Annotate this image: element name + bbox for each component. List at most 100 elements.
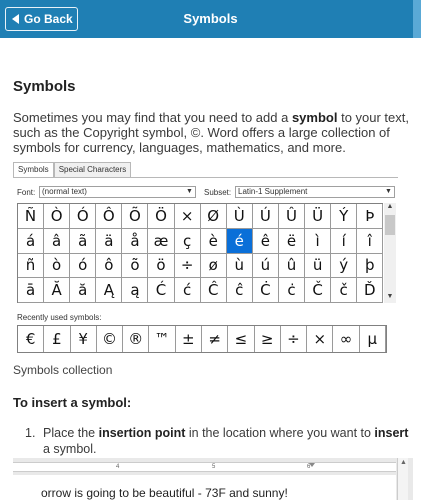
symbol-cell[interactable]: ā — [18, 278, 45, 303]
symbol-cell[interactable]: Þ — [357, 204, 384, 229]
symbol-cell[interactable]: ć — [174, 278, 201, 303]
page-title: Symbols — [183, 11, 238, 26]
tab-special-characters[interactable]: Special Characters — [53, 162, 132, 177]
font-label: Font: — [17, 188, 36, 197]
symbol-cell[interactable]: î — [357, 228, 384, 254]
recent-symbol-cell[interactable]: £ — [44, 326, 71, 352]
symbol-cell[interactable]: ñ — [18, 253, 45, 279]
recent-symbol-cell[interactable]: ¥ — [71, 326, 97, 352]
recent-symbol-cell[interactable]: µ — [360, 326, 386, 352]
recent-symbol-cell[interactable]: ∞ — [333, 326, 360, 352]
symbol-cell[interactable]: ý — [331, 253, 358, 279]
step-number: 1. — [25, 426, 36, 440]
symbol-cell[interactable]: Ö — [148, 204, 175, 229]
scroll-up-icon[interactable]: ▲ — [384, 203, 396, 213]
recent-symbol-cell[interactable]: © — [97, 326, 124, 352]
symbol-cell[interactable]: ù — [226, 253, 253, 279]
recent-symbol-cell[interactable]: € — [18, 326, 45, 352]
symbol-cell[interactable]: Ù — [226, 204, 253, 229]
symbol-cell[interactable]: å — [122, 228, 149, 254]
symbol-cell[interactable]: Ñ — [18, 204, 45, 229]
symbol-cell[interactable]: ü — [305, 253, 332, 279]
symbol-cell[interactable]: õ — [122, 253, 149, 279]
symbol-cell[interactable]: ê — [252, 228, 279, 254]
symbol-cell[interactable]: Ý — [331, 204, 358, 229]
symbol-cell[interactable]: â — [44, 228, 71, 254]
symbol-cell[interactable]: ä — [96, 228, 123, 254]
symbol-cell[interactable]: × — [174, 204, 201, 229]
symbol-cell[interactable]: Û — [278, 204, 306, 229]
symbol-cell[interactable]: Ø — [200, 204, 227, 229]
symbol-cell[interactable]: Ą — [96, 278, 123, 303]
symbol-cell[interactable]: è — [200, 228, 227, 254]
symbol-cell[interactable]: Ò — [44, 204, 71, 229]
symbol-cell[interactable]: Ú — [252, 204, 279, 229]
tab-divider — [13, 177, 398, 178]
recent-symbols-row: € £ ¥ © ® ™ ± ≠ ≤ ≥ ÷ × ∞ µ — [17, 325, 387, 353]
subset-value: Latin-1 Supplement — [238, 187, 308, 196]
scrollbar-edge[interactable] — [413, 0, 421, 38]
recent-symbol-cell[interactable]: ≠ — [202, 326, 229, 352]
symbol-cell[interactable]: ĉ — [226, 278, 253, 303]
symbol-cell[interactable]: Ĉ — [200, 278, 227, 303]
symbol-cell[interactable]: Ü — [305, 204, 332, 229]
symbol-cell[interactable]: ô — [96, 253, 123, 279]
symbol-cell[interactable]: Õ — [122, 204, 149, 229]
recent-symbol-cell[interactable]: ≤ — [228, 326, 255, 352]
chevron-down-icon: ▼ — [186, 188, 193, 195]
symbol-cell[interactable]: ç — [174, 228, 201, 254]
symbol-cell[interactable]: í — [331, 228, 358, 254]
symbol-cell[interactable]: ÷ — [174, 253, 201, 279]
intro-text-1: Sometimes you may find that you need to … — [13, 110, 292, 125]
indent-marker-icon — [309, 463, 315, 467]
step-text-a: Place the — [43, 426, 99, 440]
font-value: (normal text) — [42, 187, 87, 196]
symbol-cell[interactable]: ċ — [278, 278, 306, 303]
recent-symbol-cell[interactable]: × — [307, 326, 334, 352]
ruler-mark: 5 — [212, 464, 216, 470]
symbol-cell[interactable]: á — [18, 228, 45, 254]
symbol-cell[interactable]: é — [226, 228, 253, 254]
recent-symbol-cell[interactable]: ® — [123, 326, 150, 352]
font-select[interactable]: (normal text) ▼ — [39, 186, 196, 198]
scroll-up-icon: ▲ — [400, 459, 407, 466]
article-heading: Symbols — [13, 78, 76, 95]
scroll-thumb[interactable] — [385, 215, 395, 235]
symbol-cell[interactable]: ò — [44, 253, 71, 279]
symbol-cell[interactable]: ø — [200, 253, 227, 279]
symbol-cell[interactable]: ã — [70, 228, 97, 254]
symbol-cell[interactable]: Ċ — [252, 278, 279, 303]
image-caption: Symbols collection — [13, 363, 113, 377]
step-text-b: in the location where you want to — [185, 426, 375, 440]
tab-symbols[interactable]: Symbols — [13, 162, 54, 178]
recent-symbol-cell[interactable]: ≥ — [255, 326, 281, 352]
symbol-grid-scrollbar[interactable]: ▲ ▼ — [384, 203, 396, 303]
symbol-cell[interactable]: æ — [148, 228, 175, 254]
recent-symbol-cell[interactable]: ± — [176, 326, 202, 352]
scroll-down-icon[interactable]: ▼ — [384, 293, 396, 303]
symbol-cell[interactable]: ą — [122, 278, 149, 303]
recent-symbols-label: Recently used symbols: — [17, 313, 102, 322]
symbol-cell[interactable]: Ó — [70, 204, 97, 229]
symbol-cell[interactable]: þ — [357, 253, 384, 279]
ruler-mark: 4 — [116, 464, 120, 470]
symbol-cell[interactable]: Č — [305, 278, 332, 303]
symbol-cell[interactable]: č — [331, 278, 358, 303]
symbol-cell[interactable]: Ô — [96, 204, 123, 229]
document-scrollbar: ▲ — [397, 458, 408, 500]
symbol-cell[interactable]: Ď — [357, 278, 384, 303]
symbol-cell[interactable]: û — [278, 253, 306, 279]
symbol-cell[interactable]: ó — [70, 253, 97, 279]
symbol-cell[interactable]: Ć — [148, 278, 175, 303]
symbol-cell[interactable]: ì — [305, 228, 332, 254]
symbol-cell[interactable]: ö — [148, 253, 175, 279]
recent-symbol-cell[interactable]: ÷ — [281, 326, 308, 352]
symbol-cell[interactable]: ë — [278, 228, 306, 254]
symbol-cell[interactable]: ú — [252, 253, 279, 279]
subset-select[interactable]: Latin-1 Supplement ▼ — [235, 186, 395, 198]
symbol-cell[interactable]: ă — [70, 278, 97, 303]
recent-symbol-cell[interactable]: ™ — [149, 326, 176, 352]
chevron-down-icon: ▼ — [385, 188, 392, 195]
step-bold-2: insert — [374, 426, 409, 440]
symbol-cell[interactable]: Ă — [44, 278, 71, 303]
